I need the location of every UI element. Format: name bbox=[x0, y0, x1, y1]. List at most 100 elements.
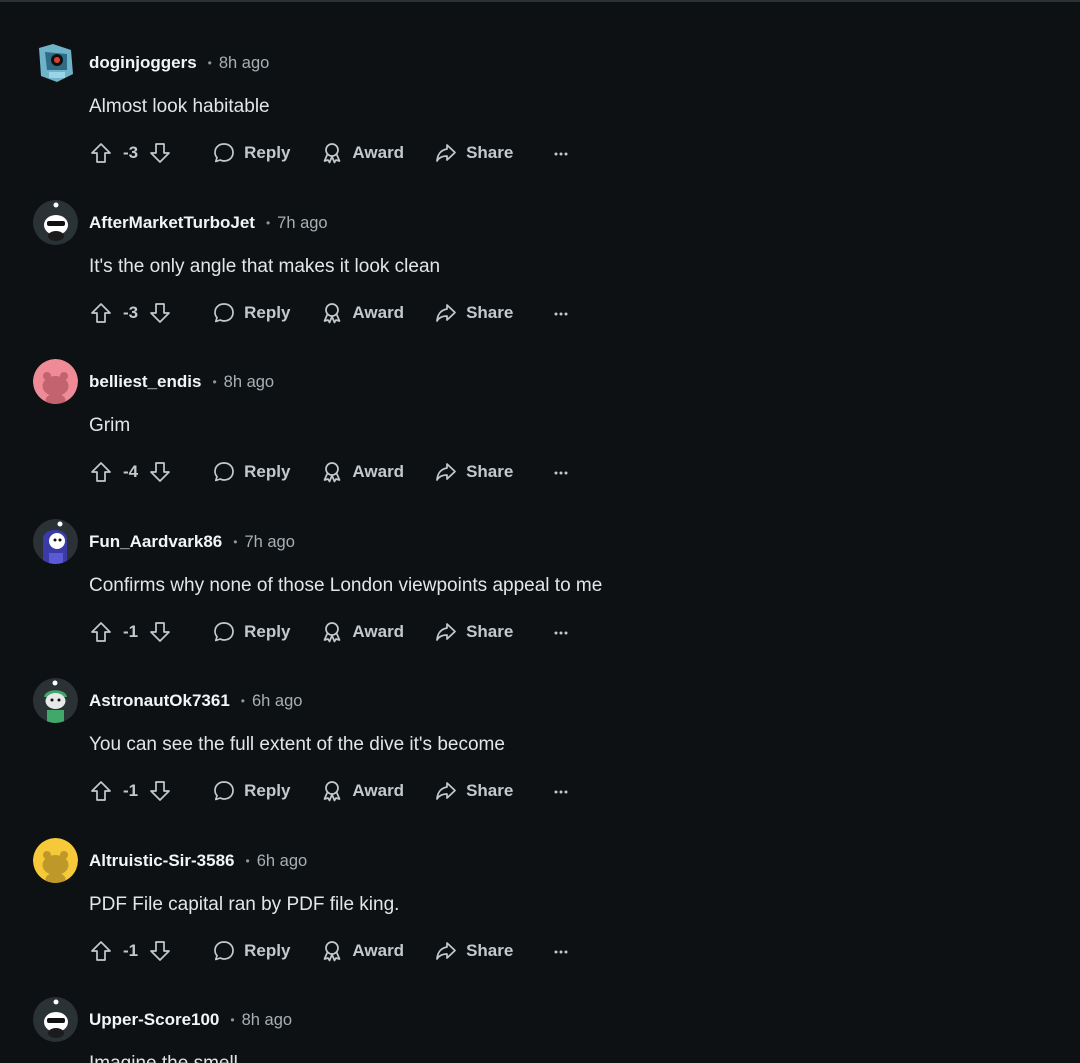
username[interactable]: belliest_endis bbox=[89, 372, 201, 392]
comment: AfterMarketTurboJet • 7h ago It's the on… bbox=[33, 200, 1033, 360]
avatar[interactable] bbox=[33, 838, 78, 883]
avatar[interactable] bbox=[33, 519, 78, 564]
comment: Altruistic-Sir-3586 • 6h ago PDF File ca… bbox=[33, 838, 1033, 998]
downvote-icon[interactable] bbox=[148, 141, 172, 165]
reply-label: Reply bbox=[244, 303, 291, 322]
comment-header: Upper-Score100 • 8h ago bbox=[89, 1009, 292, 1031]
comment-actions: -1 Reply Award Share bbox=[89, 615, 569, 649]
award-ribbon-icon bbox=[320, 939, 344, 963]
award-button[interactable]: Award bbox=[320, 939, 404, 963]
downvote-icon[interactable] bbox=[148, 779, 172, 803]
share-arrow-icon bbox=[434, 460, 458, 484]
upvote-icon[interactable] bbox=[89, 779, 113, 803]
share-arrow-icon bbox=[434, 620, 458, 644]
username[interactable]: Upper-Score100 bbox=[89, 1010, 219, 1030]
avatar[interactable] bbox=[33, 359, 78, 404]
share-button[interactable]: Share bbox=[434, 939, 513, 963]
upvote-icon[interactable] bbox=[89, 460, 113, 484]
upvote-icon[interactable] bbox=[89, 141, 113, 165]
separator-dot: • bbox=[207, 56, 212, 70]
timestamp[interactable]: 7h ago bbox=[277, 214, 327, 233]
avatar[interactable] bbox=[33, 678, 78, 723]
award-button[interactable]: Award bbox=[320, 141, 404, 165]
username[interactable]: Fun_Aardvark86 bbox=[89, 532, 222, 552]
avatar[interactable] bbox=[33, 997, 78, 1042]
reply-button[interactable]: Reply bbox=[212, 779, 290, 803]
comment-header: Fun_Aardvark86 • 7h ago bbox=[89, 531, 295, 553]
share-arrow-icon bbox=[434, 141, 458, 165]
award-button[interactable]: Award bbox=[320, 301, 404, 325]
more-options-button[interactable] bbox=[553, 941, 569, 961]
timestamp[interactable]: 8h ago bbox=[242, 1011, 292, 1030]
avatar[interactable] bbox=[33, 40, 78, 85]
award-ribbon-icon bbox=[320, 620, 344, 644]
vote-controls: -1 bbox=[89, 779, 172, 803]
more-options-button[interactable] bbox=[553, 143, 569, 163]
upvote-icon[interactable] bbox=[89, 939, 113, 963]
separator-dot: • bbox=[245, 854, 250, 868]
award-label: Award bbox=[352, 781, 405, 800]
share-button[interactable]: Share bbox=[434, 141, 513, 165]
award-button[interactable]: Award bbox=[320, 460, 404, 484]
share-button[interactable]: Share bbox=[434, 620, 513, 644]
comment-header: doginjoggers • 8h ago bbox=[89, 52, 269, 74]
downvote-icon[interactable] bbox=[148, 939, 172, 963]
share-label: Share bbox=[466, 622, 514, 641]
award-button[interactable]: Award bbox=[320, 779, 404, 803]
comment-actions: -3 Reply Award Share bbox=[89, 296, 569, 330]
comment-header: Altruistic-Sir-3586 • 6h ago bbox=[89, 850, 307, 872]
separator-dot: • bbox=[212, 375, 217, 389]
timestamp[interactable]: 6h ago bbox=[252, 692, 302, 711]
share-button[interactable]: Share bbox=[434, 460, 513, 484]
share-button[interactable]: Share bbox=[434, 301, 513, 325]
downvote-icon[interactable] bbox=[148, 460, 172, 484]
reply-label: Reply bbox=[244, 941, 291, 960]
comment-text: Almost look habitable bbox=[89, 96, 270, 117]
comment-actions: -1 Reply Award Share bbox=[89, 774, 569, 808]
downvote-icon[interactable] bbox=[148, 620, 172, 644]
separator-dot: • bbox=[240, 694, 245, 708]
reply-button[interactable]: Reply bbox=[212, 620, 290, 644]
award-ribbon-icon bbox=[320, 460, 344, 484]
upvote-icon[interactable] bbox=[89, 301, 113, 325]
timestamp[interactable]: 6h ago bbox=[257, 852, 307, 871]
username[interactable]: AfterMarketTurboJet bbox=[89, 213, 255, 233]
avatar[interactable] bbox=[33, 200, 78, 245]
comment-text: It's the only angle that makes it look c… bbox=[89, 256, 441, 277]
comment: doginjoggers • 8h ago Almost look habita… bbox=[33, 40, 1033, 200]
more-options-button[interactable] bbox=[553, 781, 569, 801]
username[interactable]: Altruistic-Sir-3586 bbox=[89, 851, 235, 871]
username[interactable]: AstronautOk7361 bbox=[89, 691, 230, 711]
reply-button[interactable]: Reply bbox=[212, 460, 290, 484]
reply-button[interactable]: Reply bbox=[212, 301, 290, 325]
comment: Upper-Score100 • 8h ago Imagine the smel… bbox=[33, 997, 1033, 1063]
more-options-button[interactable] bbox=[553, 303, 569, 323]
comment-text: You can see the full extent of the dive … bbox=[89, 734, 505, 755]
share-label: Share bbox=[466, 462, 514, 481]
share-arrow-icon bbox=[434, 301, 458, 325]
award-button[interactable]: Award bbox=[320, 620, 404, 644]
award-label: Award bbox=[352, 303, 405, 322]
award-label: Award bbox=[352, 622, 405, 641]
more-options-button[interactable] bbox=[553, 462, 569, 482]
vote-controls: -3 bbox=[89, 141, 172, 165]
timestamp[interactable]: 8h ago bbox=[219, 54, 269, 73]
comment-actions: -4 Reply Award Share bbox=[89, 455, 569, 489]
share-button[interactable]: Share bbox=[434, 779, 513, 803]
timestamp[interactable]: 8h ago bbox=[224, 373, 274, 392]
speech-bubble-icon bbox=[212, 460, 236, 484]
speech-bubble-icon bbox=[212, 939, 236, 963]
comment: belliest_endis • 8h ago Grim -4 Reply Aw… bbox=[33, 359, 1033, 519]
speech-bubble-icon bbox=[212, 779, 236, 803]
reply-button[interactable]: Reply bbox=[212, 141, 290, 165]
comment-header: AstronautOk7361 • 6h ago bbox=[89, 690, 302, 712]
award-label: Award bbox=[352, 462, 405, 481]
timestamp[interactable]: 7h ago bbox=[244, 533, 294, 552]
upvote-icon[interactable] bbox=[89, 620, 113, 644]
downvote-icon[interactable] bbox=[148, 301, 172, 325]
username[interactable]: doginjoggers bbox=[89, 53, 197, 73]
reply-button[interactable]: Reply bbox=[212, 939, 290, 963]
ellipsis-icon bbox=[553, 143, 569, 163]
comment: AstronautOk7361 • 6h ago You can see the… bbox=[33, 678, 1033, 838]
more-options-button[interactable] bbox=[553, 622, 569, 642]
